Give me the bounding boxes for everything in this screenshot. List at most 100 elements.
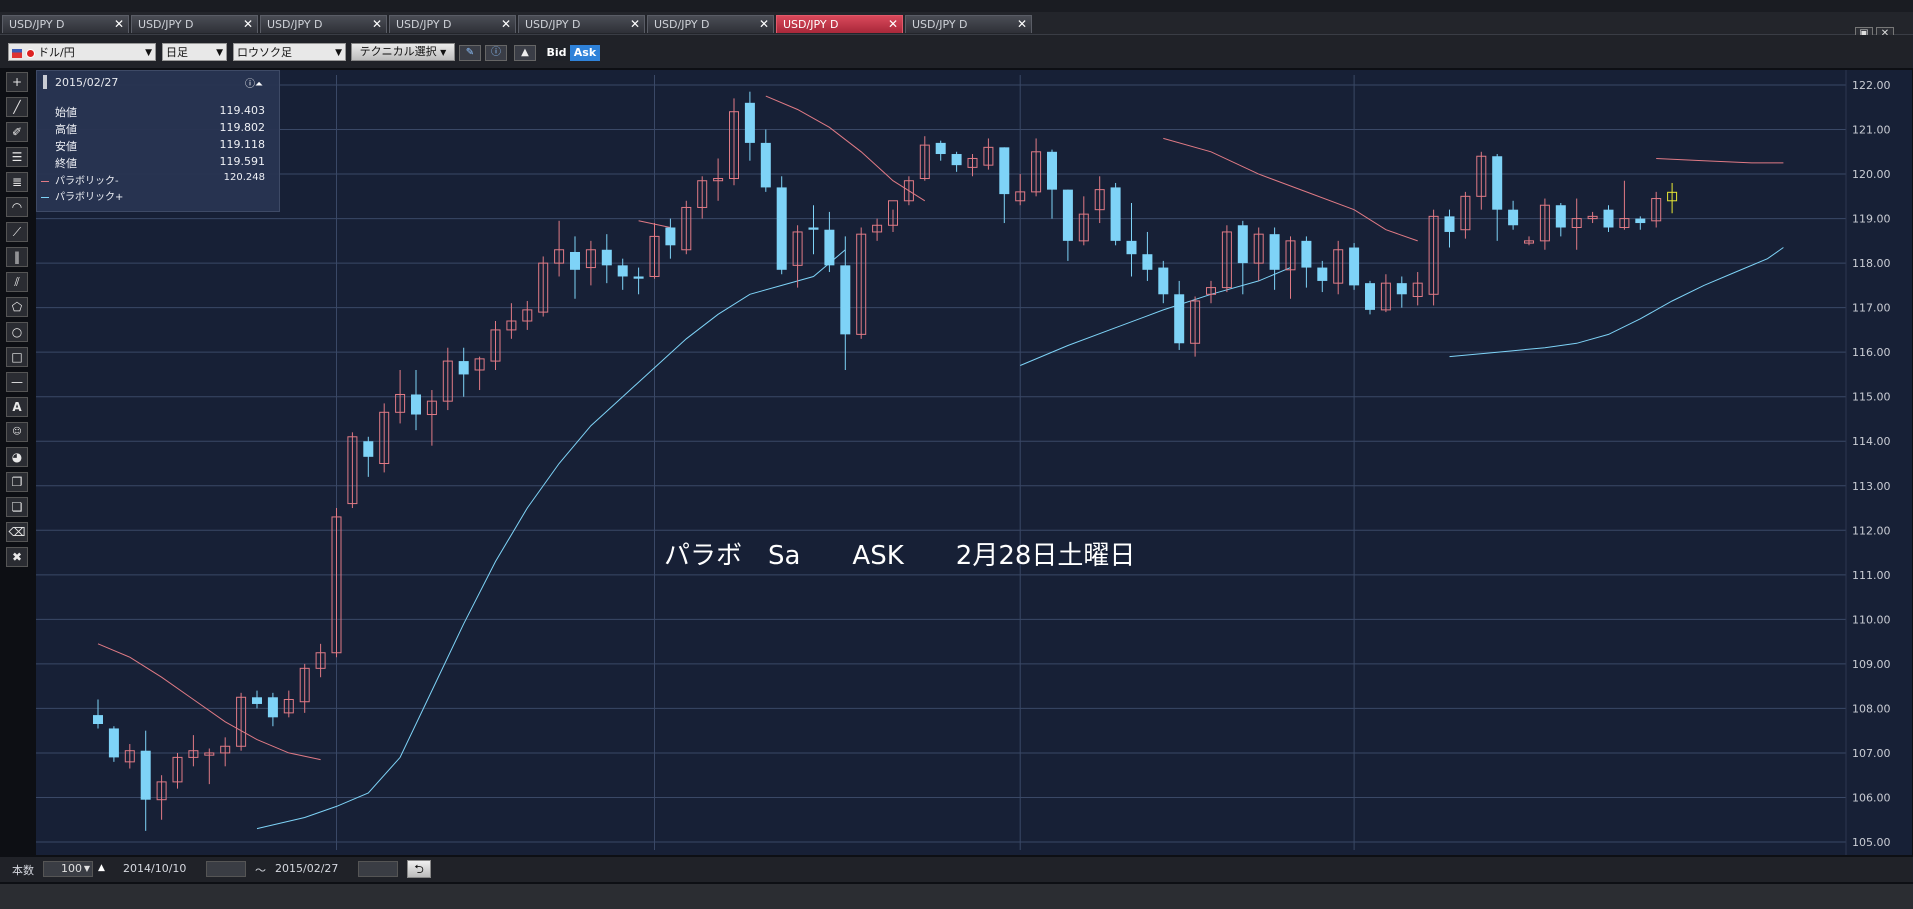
- currency-pair-label: ドル/円: [38, 46, 75, 59]
- tab-close-icon[interactable]: ✕: [114, 16, 124, 33]
- pencil-icon[interactable]: ✎: [459, 45, 481, 61]
- tab-close-icon[interactable]: ✕: [759, 16, 769, 33]
- vertical-lines-icon[interactable]: ‖: [6, 247, 28, 267]
- candle-body: [1492, 156, 1503, 210]
- from-time-input[interactable]: [206, 861, 246, 877]
- ask-toggle[interactable]: Ask: [570, 45, 600, 61]
- info-collapse-icon[interactable]: ⓘ⏶: [245, 75, 263, 90]
- bottom-bar: 本数 100 ▼ ▲ 2014/10/10 〜 2015/02/27 ⮌: [0, 857, 1913, 882]
- tab-7[interactable]: USD/JPY D ✕: [776, 15, 903, 33]
- tab-label: USD/JPY D: [783, 18, 839, 31]
- sar-minus-line: [1163, 137, 1418, 242]
- candle-body: [1269, 234, 1280, 270]
- arc-icon[interactable]: ◠: [6, 197, 28, 217]
- tab-8[interactable]: USD/JPY D ✕: [905, 15, 1032, 33]
- horizontal-lines-icon[interactable]: ☰: [6, 147, 28, 167]
- copy-icon[interactable]: ❐: [6, 472, 28, 492]
- candle-body: [999, 147, 1010, 195]
- currency-pair-select[interactable]: ドル/円 ▼: [8, 43, 156, 61]
- candle-body: [1603, 209, 1614, 228]
- candle-body: [760, 142, 771, 188]
- y-tick-label: 117.00: [1852, 302, 1891, 315]
- low-row: 安値 119.118: [55, 138, 266, 153]
- candle-body: [1301, 240, 1312, 268]
- y-tick-label: 109.00: [1852, 658, 1891, 671]
- candle-body: [1365, 283, 1375, 310]
- high-label: 高値: [55, 123, 77, 136]
- candle-body: [1555, 205, 1566, 228]
- sar-plus-row: パラボリック+: [41, 188, 265, 203]
- candlestick-chart[interactable]: 105.00 106.00 107.00 108.00 109.00 110.00 111.…: [36, 70, 1912, 855]
- low-value: 119.118: [219, 138, 266, 151]
- timeframe-select[interactable]: 日足 ▼: [162, 43, 227, 61]
- eraser-icon[interactable]: ⌫: [6, 522, 28, 542]
- increment-icon[interactable]: ▲: [98, 863, 105, 873]
- tab-close-icon[interactable]: ✕: [1017, 16, 1027, 33]
- y-tick-label: 121.00: [1852, 124, 1891, 137]
- horizontal-line-icon[interactable]: —: [6, 372, 28, 392]
- refresh-button[interactable]: ⮌: [407, 860, 431, 878]
- chart-type-label: ロウソク足: [237, 46, 292, 59]
- tab-4[interactable]: USD/JPY D ✕: [389, 15, 516, 33]
- trendline-icon[interactable]: ╱: [6, 97, 28, 117]
- tab-close-icon[interactable]: ✕: [372, 16, 382, 33]
- tab-close-icon[interactable]: ✕: [630, 16, 640, 33]
- text-icon[interactable]: A: [6, 397, 28, 417]
- sar-minus-line: [97, 643, 321, 761]
- circle-icon[interactable]: ○: [6, 322, 28, 342]
- candle-body: [1396, 283, 1407, 295]
- tab-close-icon[interactable]: ✕: [243, 16, 253, 33]
- tab-3[interactable]: USD/JPY D ✕: [260, 15, 387, 33]
- tab-close-icon[interactable]: ✕: [501, 16, 511, 33]
- tab-1[interactable]: USD/JPY D ✕: [2, 15, 129, 33]
- jp-flag-icon: [25, 48, 35, 58]
- tab-5[interactable]: USD/JPY D ✕: [518, 15, 645, 33]
- candle-body: [744, 102, 755, 143]
- y-tick-label: 120.00: [1852, 168, 1891, 181]
- count-select[interactable]: 100 ▼: [43, 861, 93, 877]
- pentagon-icon[interactable]: ⬠: [6, 297, 28, 317]
- rectangle-icon[interactable]: □: [6, 347, 28, 367]
- tab-close-icon[interactable]: ✕: [888, 16, 898, 33]
- candle-body: [458, 361, 469, 375]
- eraser-all-icon[interactable]: ✖: [6, 547, 28, 567]
- candle-body: [411, 394, 421, 415]
- paste-icon[interactable]: ❏: [6, 497, 28, 517]
- fibonacci-icon[interactable]: ≣: [6, 172, 28, 192]
- technical-select-button[interactable]: テクニカル選択 ▼: [351, 43, 455, 61]
- sar-plus-swatch: [41, 196, 49, 198]
- bid-toggle[interactable]: Bid: [543, 45, 570, 61]
- candle-body: [1444, 216, 1455, 232]
- count-label: 本数: [12, 864, 34, 877]
- pitchfork-icon[interactable]: ⫽: [6, 272, 28, 292]
- high-value: 119.802: [219, 121, 266, 134]
- from-date: 2014/10/10: [123, 862, 187, 875]
- y-tick-label: 119.00: [1852, 213, 1891, 226]
- timeframe-label: 日足: [166, 46, 188, 59]
- info-icon[interactable]: ⓘ: [485, 45, 507, 61]
- count-value: 100: [61, 862, 82, 875]
- panel-handle[interactable]: [43, 75, 47, 89]
- y-tick-label: 107.00: [1852, 747, 1891, 760]
- tab-label: USD/JPY D: [396, 18, 452, 31]
- candle-body: [93, 715, 103, 724]
- tab-2[interactable]: USD/JPY D ✕: [131, 15, 258, 33]
- fan-icon[interactable]: ⟋: [6, 222, 28, 242]
- y-tick-label: 110.00: [1852, 613, 1891, 626]
- low-label: 安値: [55, 140, 77, 153]
- mountain-chart-icon[interactable]: ▲: [514, 45, 536, 61]
- signal-icon[interactable]: ◕: [6, 447, 28, 467]
- to-time-input[interactable]: [358, 861, 398, 877]
- candle-body: [570, 251, 580, 270]
- info-date: 2015/02/27: [55, 76, 119, 89]
- candle-body: [617, 265, 628, 277]
- y-tick-label: 108.00: [1852, 702, 1891, 715]
- chevron-down-icon: ▼: [440, 48, 447, 57]
- close-value: 119.591: [219, 155, 266, 168]
- tab-6[interactable]: USD/JPY D ✕: [647, 15, 774, 33]
- ruler-icon[interactable]: ✐: [6, 122, 28, 142]
- emoji-icon[interactable]: ☺: [6, 422, 28, 442]
- crosshair-icon[interactable]: +: [6, 72, 28, 92]
- chevron-down-icon: ▼: [83, 864, 90, 873]
- chart-type-select[interactable]: ロウソク足 ▼: [233, 43, 346, 61]
